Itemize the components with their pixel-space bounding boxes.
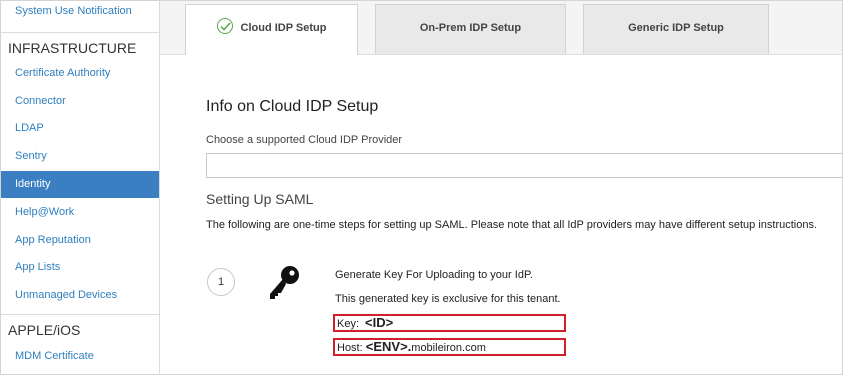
page-title: Info on Cloud IDP Setup: [206, 98, 379, 115]
tab-label: Generic IDP Setup: [628, 22, 724, 34]
sidebar-item-certificate-authority[interactable]: Certificate Authority: [1, 60, 159, 87]
host-field: Host: <ENV>.mobileiron.com: [333, 338, 566, 356]
sidebar-item-app-lists[interactable]: App Lists: [1, 254, 159, 281]
sidebar-section-apple-ios: APPLE/iOS: [1, 314, 159, 344]
sidebar-item-connector[interactable]: Connector: [1, 88, 159, 115]
saml-description: The following are one-time steps for set…: [206, 219, 818, 231]
tab-cloud-idp-setup[interactable]: Cloud IDP Setup: [185, 4, 358, 55]
sidebar-item-mdm-certificate[interactable]: MDM Certificate: [1, 343, 159, 370]
tab-bar: Cloud IDP Setup On-Prem IDP Setup Generi…: [160, 1, 842, 55]
host-label: Host:: [337, 342, 363, 354]
tab-label: On-Prem IDP Setup: [419, 22, 522, 34]
app-window: System Use Notification INFRASTRUCTURE C…: [0, 0, 843, 375]
key-icon: [267, 264, 301, 307]
step-instruction: Generate Key For Uploading to your IdP.: [335, 269, 533, 281]
check-circle-icon: [216, 18, 233, 35]
sidebar-item-ldap[interactable]: LDAP: [1, 115, 159, 142]
sidebar-section-infrastructure: INFRASTRUCTURE: [1, 32, 159, 62]
step-note: This generated key is exclusive for this…: [335, 293, 561, 305]
sidebar-item-app-reputation[interactable]: App Reputation: [1, 227, 159, 254]
saml-section-title: Setting Up SAML: [206, 191, 314, 207]
sidebar-item-unmanaged-devices[interactable]: Unmanaged Devices: [1, 282, 159, 309]
key-field: Key: <ID>: [333, 314, 566, 332]
sidebar-item-system-use-notification[interactable]: System Use Notification: [1, 1, 159, 25]
tab-on-prem-idp-setup[interactable]: On-Prem IDP Setup: [375, 4, 566, 54]
sidebar-item-sentry[interactable]: Sentry: [1, 143, 159, 170]
tab-generic-idp-setup[interactable]: Generic IDP Setup: [583, 4, 769, 54]
step-number: 1: [207, 268, 235, 296]
tab-label: Cloud IDP Setup: [240, 22, 327, 34]
sidebar-item-help-at-work[interactable]: Help@Work: [1, 199, 159, 226]
sidebar-item-identity[interactable]: Identity: [1, 171, 159, 198]
sidebar: System Use Notification INFRASTRUCTURE C…: [1, 1, 160, 374]
host-domain: mobileiron.com: [411, 342, 486, 354]
cloud-idp-provider-select[interactable]: [206, 153, 842, 178]
host-env-token: <ENV>.: [365, 339, 412, 354]
provider-label: Choose a supported Cloud IDP Provider: [206, 134, 403, 146]
key-value: <ID>: [365, 315, 394, 330]
main-content: Cloud IDP Setup On-Prem IDP Setup Generi…: [160, 1, 842, 374]
key-label: Key:: [337, 318, 360, 330]
